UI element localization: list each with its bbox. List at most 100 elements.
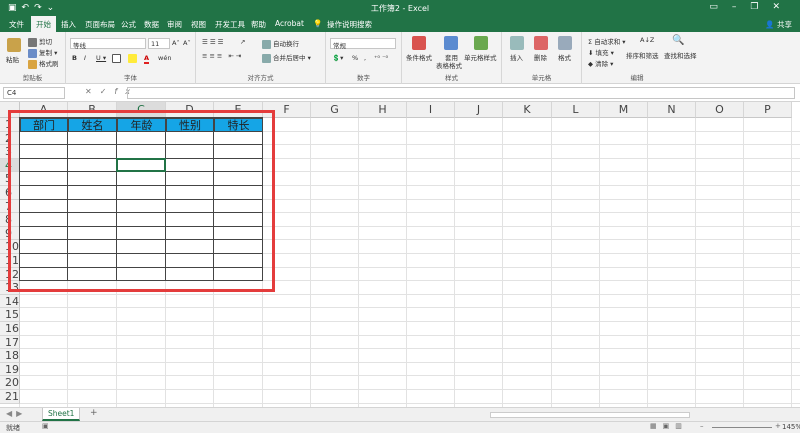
copy-button[interactable]: 复制 ▾ (28, 47, 57, 58)
macro-record-icon[interactable]: ▣ (42, 422, 49, 430)
horizontal-align-buttons[interactable]: ≡≡≡ ⇤⇥ (202, 52, 243, 60)
merge-center-button[interactable]: 合并后居中 ▾ (262, 52, 311, 63)
name-box[interactable]: C4 (3, 87, 65, 99)
zoom-in-icon[interactable]: + (775, 422, 781, 430)
font-color-button[interactable]: A (144, 54, 150, 64)
column-header-O[interactable]: O (696, 102, 744, 118)
number-format-select[interactable]: 常规 (330, 38, 396, 50)
row-header-15[interactable]: 15 (0, 308, 20, 322)
fill-button[interactable]: ⬇ 填充 ▾ (588, 47, 614, 57)
row-header-20[interactable]: 20 (0, 376, 20, 390)
eraser-icon: ◆ (588, 60, 593, 68)
tab-insert[interactable]: 插入 (61, 19, 76, 30)
tab-acrobat[interactable]: Acrobat (275, 19, 304, 28)
format-cells-button[interactable]: 格式 (558, 52, 571, 62)
italic-button[interactable]: I (84, 54, 86, 62)
column-header-L[interactable]: L (552, 102, 600, 118)
font-size-select[interactable]: 11 (148, 38, 170, 49)
zoom-slider[interactable] (712, 427, 772, 428)
grid-hline (20, 361, 800, 363)
tab-formulas[interactable]: 公式 (121, 19, 136, 30)
bold-button[interactable]: B (72, 54, 77, 62)
row-header-19[interactable]: 19 (0, 362, 20, 377)
font-name-select[interactable]: 等线 (70, 38, 146, 50)
row-header-16[interactable]: 16 (0, 322, 20, 336)
tab-help[interactable]: 帮助 (251, 19, 266, 30)
border-button[interactable] (112, 54, 123, 63)
insert-cells-icon[interactable] (510, 36, 524, 50)
sort-filter-icon[interactable]: A↓Z (640, 36, 654, 44)
fill-color-button[interactable] (128, 54, 139, 63)
delete-cells-button[interactable]: 删除 (534, 52, 547, 62)
vertical-align-buttons[interactable]: ☰☰☰ (202, 38, 225, 46)
row-header-17[interactable]: 17 (0, 335, 20, 350)
ribbon-options-icon[interactable]: ▭ (709, 2, 732, 12)
tab-review[interactable]: 审阅 (167, 19, 182, 30)
grid-vline (406, 118, 407, 407)
find-icon[interactable]: 🔍 (672, 35, 684, 46)
lightbulb-icon: 💡 (313, 19, 323, 28)
column-header-I[interactable]: I (407, 102, 455, 118)
column-header-J[interactable]: J (455, 102, 503, 118)
close-icon[interactable]: ✕ (772, 2, 794, 12)
horizontal-scrollbar[interactable] (490, 412, 690, 418)
format-table-icon[interactable] (444, 36, 458, 50)
orientation-icon[interactable]: ↗ (240, 38, 245, 46)
decimal-icons[interactable]: ⁺⁰ ⁻⁰ (374, 54, 388, 62)
tab-file[interactable]: 文件 (9, 19, 24, 30)
alignment-group-label: 对齐方式 (247, 74, 274, 82)
row-header-18[interactable]: 18 (0, 349, 20, 363)
grow-font-button[interactable]: A˄ (172, 39, 180, 47)
share-button[interactable]: 👤 共享 (765, 19, 792, 30)
column-header-M[interactable]: M (600, 102, 648, 118)
tab-page-layout[interactable]: 页面布局 (85, 19, 115, 30)
tell-me-search[interactable]: 操作说明搜索 (327, 19, 372, 30)
row-header-21[interactable]: 21 (0, 390, 20, 404)
sheet-tab-sheet1[interactable]: Sheet1 (42, 408, 81, 421)
cancel-icon[interactable]: ✕ (85, 87, 100, 96)
underline-button[interactable]: U ▾ (96, 54, 106, 62)
paste-icon[interactable] (7, 38, 21, 52)
find-select-button[interactable]: 查找和选择 (664, 50, 697, 60)
paste-button[interactable]: 粘贴 (6, 54, 19, 64)
format-table-button-2[interactable]: 表格格式 (436, 60, 462, 70)
tab-developer[interactable]: 开发工具 (215, 19, 245, 30)
column-header-N[interactable]: N (648, 102, 696, 118)
comma-button[interactable]: , (364, 54, 366, 62)
shrink-font-button[interactable]: A˅ (183, 39, 191, 47)
cell-styles-icon[interactable] (474, 36, 488, 50)
phonetic-button[interactable]: wén (158, 54, 171, 62)
column-header-H[interactable]: H (359, 102, 407, 118)
autosum-button[interactable]: Σ 自动求和 ▾ (588, 36, 626, 46)
row-header-14[interactable]: 14 (0, 294, 20, 309)
add-sheet-button[interactable]: + (90, 408, 98, 418)
tab-home[interactable]: 开始 (31, 16, 56, 32)
window-controls: ▭–❐✕ (709, 2, 794, 12)
zoom-out-icon[interactable]: – (700, 422, 704, 430)
delete-cells-icon[interactable] (534, 36, 548, 50)
format-cells-icon[interactable] (558, 36, 572, 50)
format-painter-button[interactable]: 格式刷 (28, 58, 59, 69)
clear-button[interactable]: ◆ 清除 ▾ (588, 58, 613, 68)
formula-input[interactable] (127, 87, 795, 99)
cell-styles-button[interactable]: 单元格样式 (464, 52, 497, 62)
zoom-level[interactable]: 145% (782, 423, 800, 431)
sheet-nav-arrows[interactable]: ◀▶ (6, 409, 26, 418)
view-buttons[interactable]: ▦▣▥ (650, 422, 688, 430)
percent-button[interactable]: % (352, 54, 358, 62)
tab-view[interactable]: 视图 (191, 19, 206, 30)
enter-icon[interactable]: ✓ (100, 87, 115, 96)
conditional-format-icon[interactable] (412, 36, 426, 50)
column-header-K[interactable]: K (503, 102, 552, 118)
column-header-G[interactable]: G (311, 102, 359, 118)
insert-cells-button[interactable]: 插入 (510, 52, 523, 62)
wrap-text-button[interactable]: 自动换行 (262, 38, 299, 49)
minimize-icon[interactable]: – (732, 2, 751, 12)
cut-button[interactable]: 剪切 (28, 36, 52, 47)
restore-icon[interactable]: ❐ (750, 2, 772, 12)
conditional-format-button[interactable]: 条件格式 (406, 52, 432, 62)
currency-icon[interactable]: 💲▾ (332, 54, 343, 62)
sort-filter-button[interactable]: 排序和筛选 (626, 50, 659, 60)
tab-data[interactable]: 数据 (144, 19, 159, 30)
column-header-P[interactable]: P (744, 102, 792, 118)
